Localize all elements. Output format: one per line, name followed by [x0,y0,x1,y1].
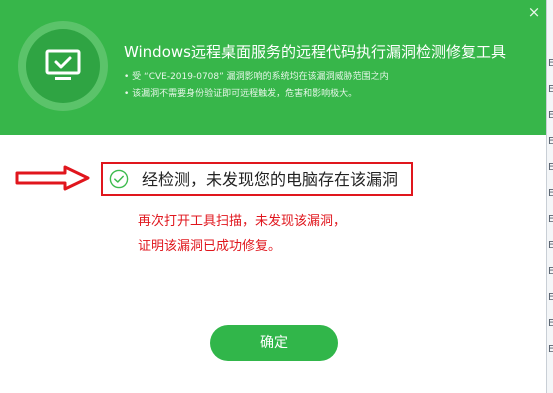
background-letter: E [548,188,553,199]
scan-result-box: 经检测，未发现您的电脑存在该漏洞 [101,162,413,196]
background-letter: E [548,136,553,147]
background-letter: E [548,58,553,69]
background-letter: E [548,344,553,355]
scan-result-message: 经检测，未发现您的电脑存在该漏洞 [142,170,399,189]
logo [18,21,108,111]
right-arrow-icon [15,165,90,191]
background-letter: E [548,84,553,95]
background-letter: E [548,292,553,303]
close-icon[interactable]: × [527,5,541,20]
dialog-title: Windows远程桌面服务的远程代码执行漏洞检测修复工具 [124,43,506,61]
vulnerability-scope-note: • 受 “CVE-2019-0708” 漏洞影响的系统均在该漏洞威胁范围之内 [124,72,389,82]
background-letter: E [548,214,553,225]
confirm-button[interactable]: 确定 [210,325,338,361]
background-letter: E [548,240,553,251]
annotation-line: 再次打开工具扫描，未发现该漏洞， [138,214,347,229]
check-circle-icon [109,169,129,189]
repair-tool-dialog: × Windows远程桌面服务的远程代码执行漏洞检测修复工具 • 受 “CVE-… [0,0,546,393]
logo-circle [26,29,100,103]
background-letter: E [548,110,553,121]
monitor-check-icon [45,49,81,80]
background-letter: E [548,266,553,277]
dialog-header: × Windows远程桌面服务的远程代码执行漏洞检测修复工具 • 受 “CVE-… [0,0,546,135]
annotation-line: 证明该漏洞已成功修复。 [138,239,282,254]
background-letter: E [548,318,553,329]
vulnerability-risk-note: • 该漏洞不需要身份验证即可远程触发，危害和影响极大。 [124,89,358,99]
background-window-strip: E E E E E E E E E E E E [546,0,553,393]
background-letter: E [548,162,553,173]
